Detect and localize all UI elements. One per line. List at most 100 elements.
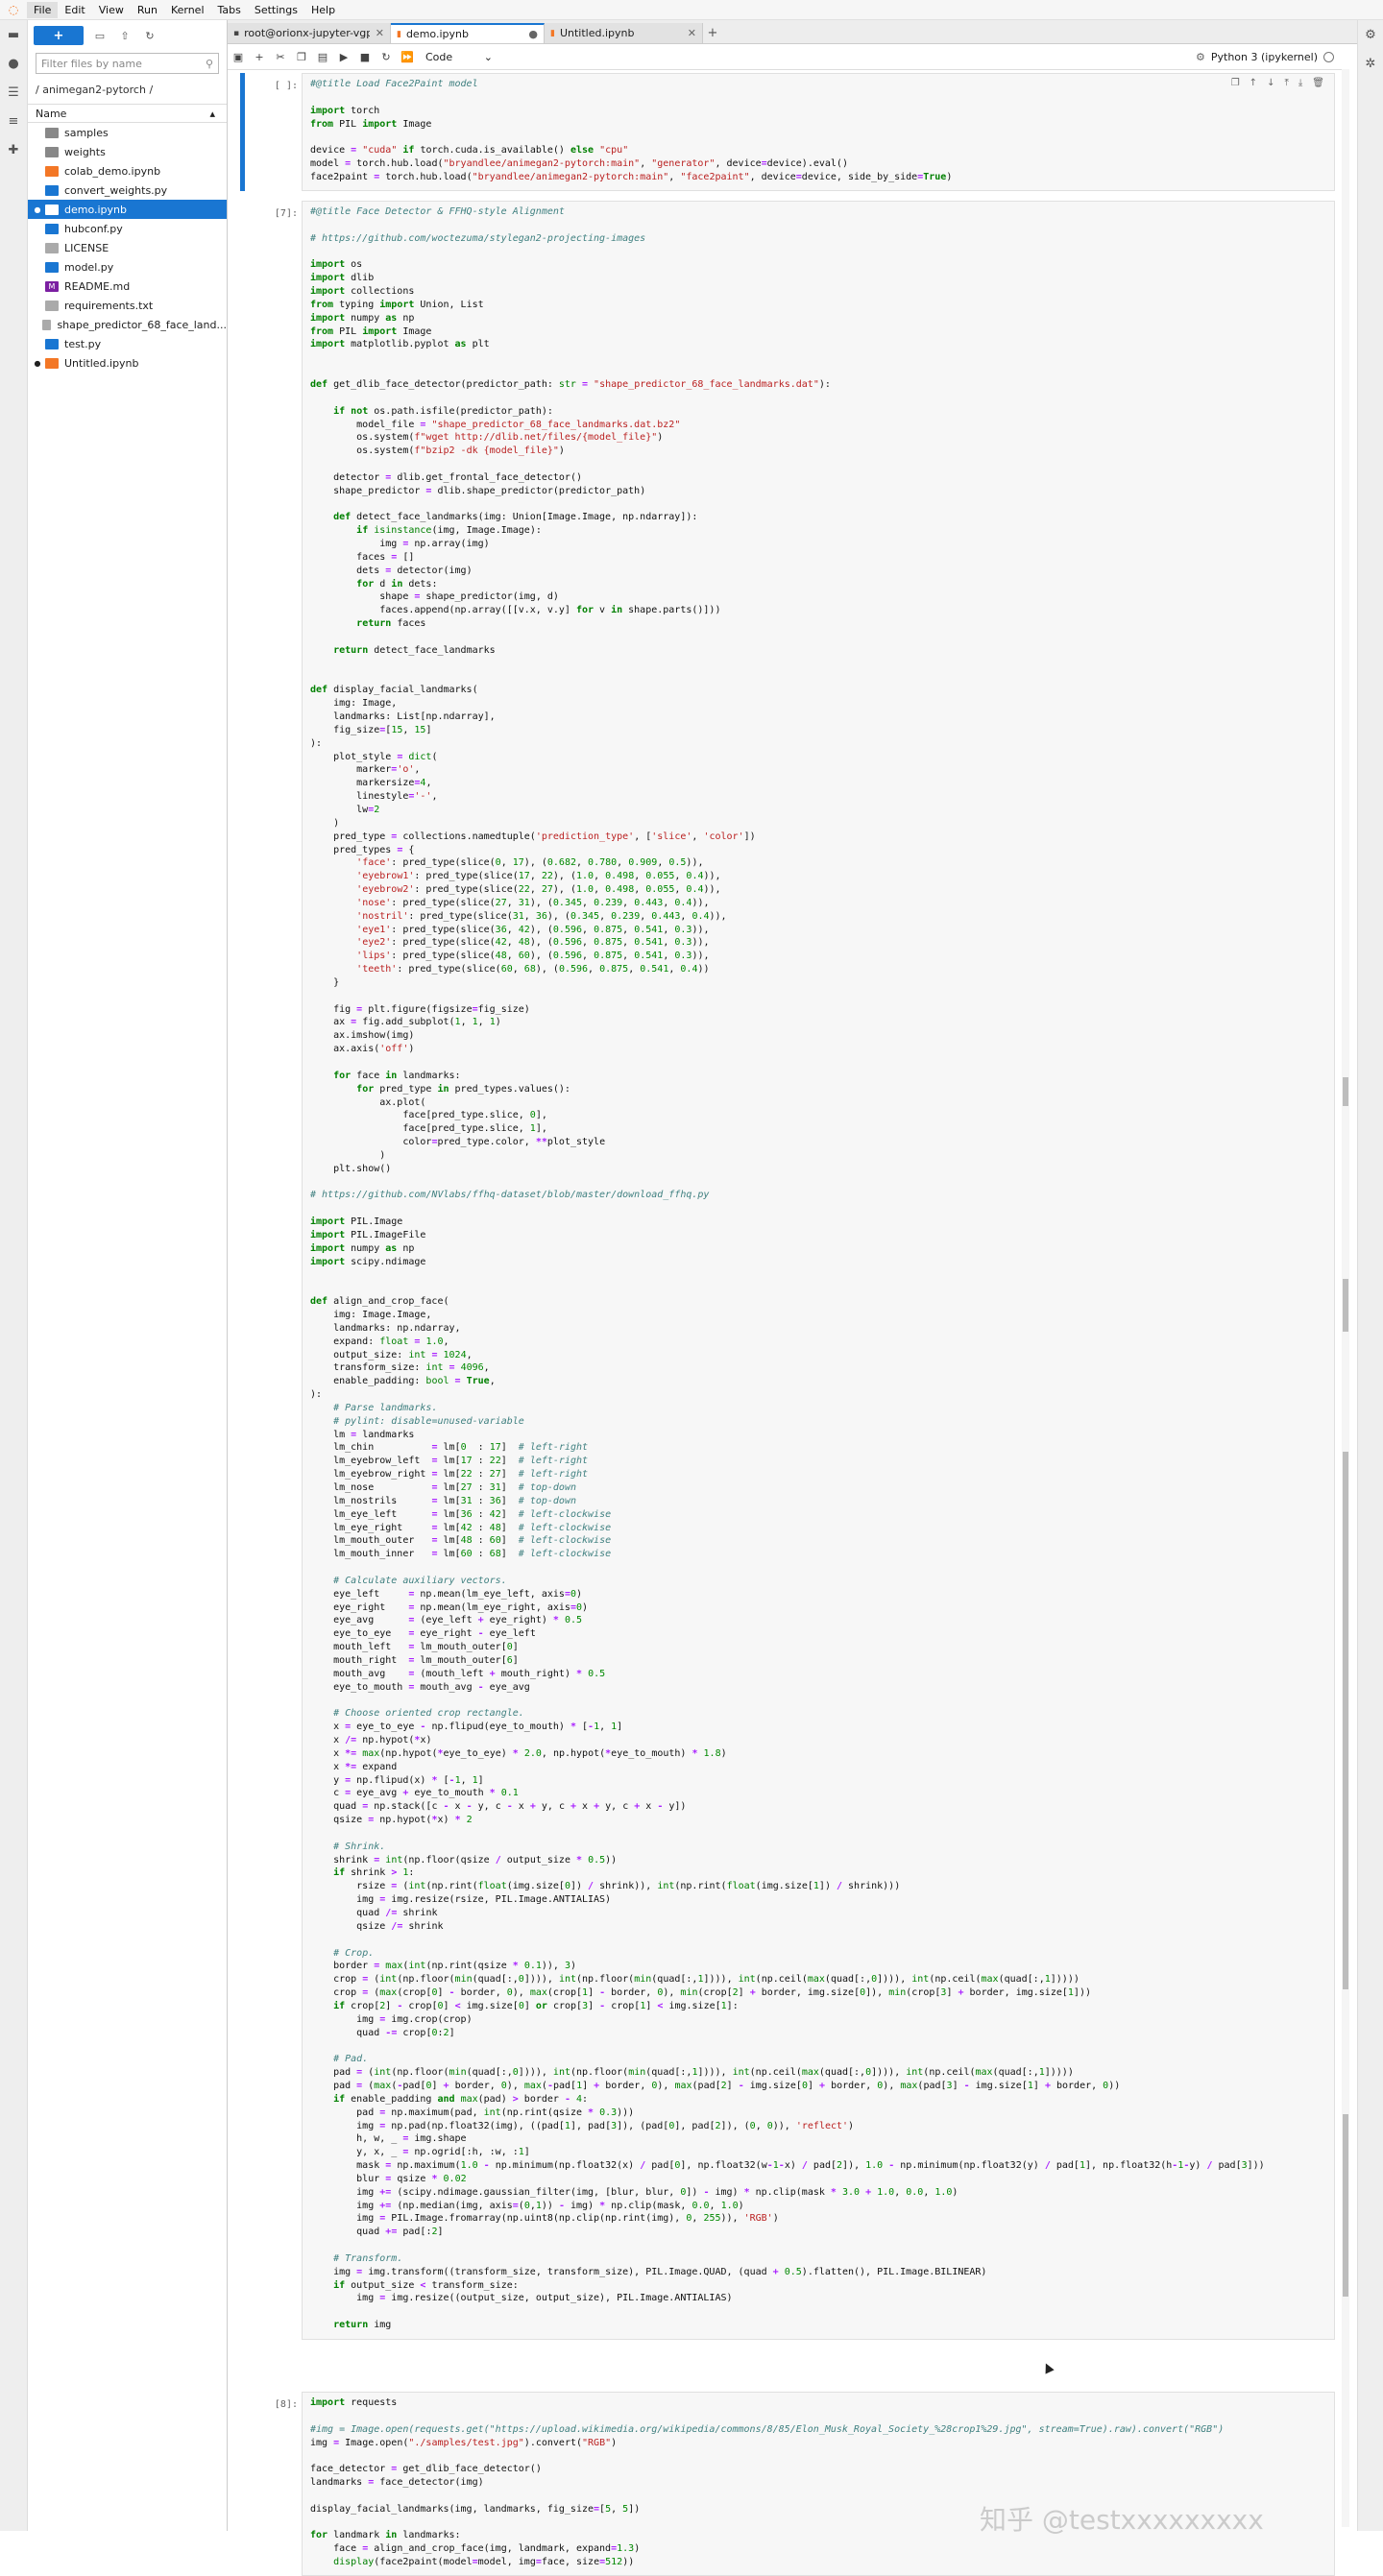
- code-cell[interactable]: [8]: import requests #img = Image.open(req…: [240, 2392, 1335, 2576]
- insert-cell-icon[interactable]: +: [249, 51, 270, 63]
- tab-1[interactable]: ▮ demo.ipynb ●: [391, 23, 545, 43]
- new-folder-icon[interactable]: ▭: [91, 30, 109, 42]
- code-line: from typing import Union, List: [310, 299, 484, 310]
- notebook-icon: [45, 357, 59, 369]
- file-row[interactable]: test.py: [28, 334, 227, 353]
- stop-icon[interactable]: ■: [354, 51, 376, 63]
- menu-settings[interactable]: Settings: [248, 2, 304, 18]
- cell-type-select[interactable]: Code ⌄: [425, 51, 493, 63]
- text-file-icon: [45, 300, 59, 311]
- tab-0[interactable]: ▪ root@orionx-jupyter-vgpu: ✕: [228, 23, 391, 43]
- code-line: 'teeth': pred_type(slice(60, 68), (0.596…: [356, 964, 710, 975]
- kernel-idle-icon: [1323, 51, 1334, 62]
- code-line: # https://github.com/NVlabs/ffhq-dataset…: [310, 1190, 710, 1201]
- python-file-icon: [45, 223, 59, 234]
- command-palette-icon[interactable]: ☰: [0, 78, 27, 107]
- code-line: 'eye1': pred_type(slice(36, 42), (0.596,…: [356, 924, 710, 935]
- cut-icon[interactable]: ✂: [270, 51, 291, 63]
- refresh-icon[interactable]: ↻: [141, 30, 158, 42]
- file-name: weights: [64, 145, 106, 158]
- menu-run[interactable]: Run: [131, 2, 164, 18]
- move-up-icon[interactable]: ↑: [1250, 78, 1257, 88]
- name-column-header[interactable]: Name: [36, 108, 66, 120]
- table-of-contents-icon[interactable]: ≡: [0, 107, 27, 135]
- add-tab-icon[interactable]: +: [703, 23, 722, 43]
- save-icon[interactable]: ▣: [228, 51, 249, 63]
- code-line: plot_style = dict(: [310, 751, 438, 762]
- debugger-icon[interactable]: ✲: [1358, 49, 1383, 78]
- file-row[interactable]: convert_weights.py: [28, 181, 227, 200]
- insert-below-icon[interactable]: ⤓: [1298, 78, 1302, 88]
- property-inspector-icon[interactable]: ⚙: [1358, 20, 1383, 49]
- file-row[interactable]: weights: [28, 142, 227, 161]
- restart-icon[interactable]: ↻: [376, 51, 397, 63]
- mouse-cursor-icon: [1041, 2361, 1055, 2374]
- code-line: dets = detector(img): [310, 565, 473, 576]
- file-row[interactable]: LICENSE: [28, 238, 227, 257]
- code-editor[interactable]: #@title Face Detector & FFHQ-style Align…: [302, 201, 1335, 2340]
- code-line: # Choose oriented crop rectangle.: [333, 1708, 524, 1720]
- paste-icon[interactable]: ▤: [312, 51, 333, 63]
- file-row[interactable]: ● demo.ipynb: [28, 200, 227, 219]
- code-editor[interactable]: import requests #img = Image.open(request…: [302, 2392, 1335, 2576]
- delete-cell-icon[interactable]: 🗑: [1312, 78, 1324, 88]
- extension-icon[interactable]: ✚: [0, 135, 27, 164]
- file-list-header[interactable]: Name ▴: [28, 104, 227, 123]
- menu-help[interactable]: Help: [304, 2, 342, 18]
- scrollbar-thumb[interactable]: [1343, 1452, 1348, 1989]
- restart-run-all-icon[interactable]: ⏩: [397, 51, 418, 63]
- code-cell[interactable]: [7]: #@title Face Detector & FFHQ-style A…: [240, 201, 1335, 2340]
- menu-view[interactable]: View: [92, 2, 131, 18]
- file-filter-input[interactable]: Filter files by name ⚲: [36, 53, 219, 74]
- code-line: quad = np.stack([c - x - y, c - x + y, c…: [310, 1801, 687, 1813]
- running-sessions-icon[interactable]: ●: [0, 49, 27, 78]
- move-down-icon[interactable]: ↓: [1267, 78, 1274, 88]
- file-row[interactable]: requirements.txt: [28, 296, 227, 315]
- upload-icon[interactable]: ⇧: [116, 30, 133, 42]
- tab-2[interactable]: ▮ Untitled.ipynb ✕: [545, 23, 703, 43]
- code-line: img += (scipy.ndimage.gaussian_filter(im…: [310, 2186, 958, 2198]
- file-row[interactable]: ● Untitled.ipynb: [28, 353, 227, 373]
- code-editor[interactable]: #@title Load Face2Paint model import torc…: [302, 73, 1335, 191]
- file-row[interactable]: hubconf.py: [28, 219, 227, 238]
- file-row[interactable]: M README.md: [28, 277, 227, 296]
- copy-icon[interactable]: ❐: [291, 51, 312, 63]
- close-icon[interactable]: ✕: [688, 27, 696, 39]
- running-indicator-icon: ●: [34, 358, 41, 368]
- insert-above-icon[interactable]: ⤒: [1284, 78, 1288, 88]
- file-row[interactable]: samples: [28, 123, 227, 142]
- file-name: LICENSE: [64, 241, 109, 254]
- file-row[interactable]: colab_demo.ipynb: [28, 161, 227, 181]
- new-launcher-button[interactable]: +: [34, 26, 84, 45]
- kernel-name[interactable]: Python 3 (ipykernel): [1211, 51, 1318, 63]
- code-line: shrink = int(np.floor(qsize / output_siz…: [310, 1854, 618, 1866]
- folder-icon[interactable]: ▬: [0, 20, 27, 49]
- menu-edit[interactable]: Edit: [58, 2, 91, 18]
- menu-tabs[interactable]: Tabs: [211, 2, 248, 18]
- file-row[interactable]: model.py: [28, 257, 227, 277]
- close-icon[interactable]: ✕: [376, 27, 384, 39]
- code-cell[interactable]: [ ]: #@title Load Face2Paint model import …: [240, 73, 1335, 191]
- breadcrumb[interactable]: / animegan2-pytorch /: [28, 76, 227, 100]
- kernel-status[interactable]: ⚙ Python 3 (ipykernel): [1196, 51, 1334, 63]
- jupyter-logo-icon: ◌: [8, 3, 19, 16]
- unsaved-indicator-icon[interactable]: ●: [528, 28, 538, 40]
- python-file-icon: [45, 338, 59, 349]
- settings-icon[interactable]: ⚙: [1196, 51, 1205, 63]
- code-line: mask = np.maximum(1.0 - np.minimum(np.fl…: [310, 2160, 1265, 2172]
- code-line: ax.plot(: [310, 1096, 426, 1108]
- code-line: ):: [310, 1389, 323, 1401]
- menu-file[interactable]: File: [27, 1, 59, 18]
- menu-kernel[interactable]: Kernel: [164, 2, 211, 18]
- duplicate-cell-icon[interactable]: ❐: [1231, 78, 1240, 88]
- file-row[interactable]: shape_predictor_68_face_land...: [28, 315, 227, 334]
- run-icon[interactable]: ▶: [333, 51, 354, 63]
- notebook-scrollbar[interactable]: [1342, 69, 1349, 2527]
- code-line: # Pad.: [333, 2054, 369, 2065]
- code-line: img: Image.Image,: [310, 1310, 432, 1321]
